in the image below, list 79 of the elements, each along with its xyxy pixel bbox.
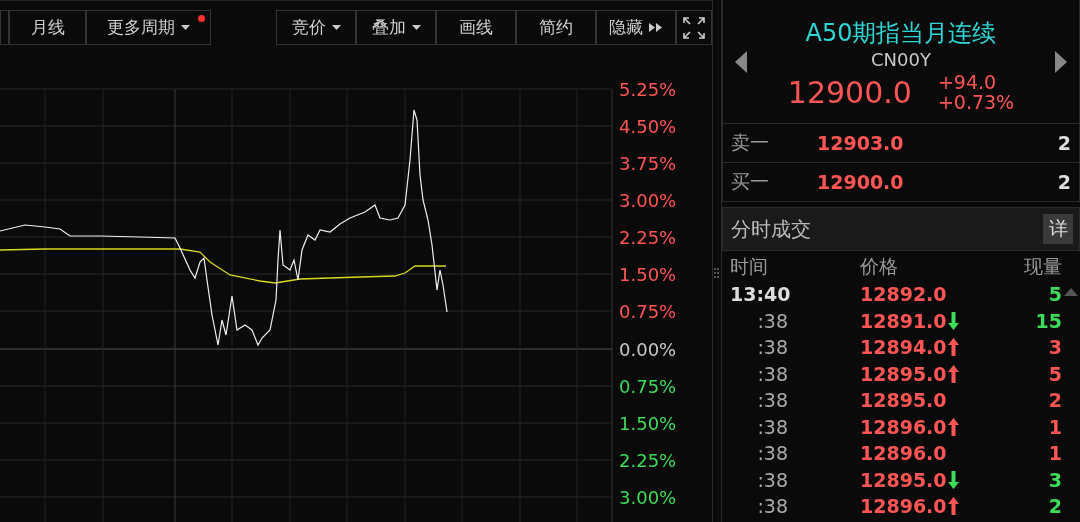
- trade-price: 12891.0: [860, 308, 947, 334]
- up-arrow-icon: [947, 338, 959, 357]
- instrument-title: A50期指当月连续: [805, 18, 997, 49]
- toolbar-button[interactable]: 画线: [436, 10, 516, 45]
- axis-label: 3.00%: [619, 487, 677, 508]
- axis-label: 1.50%: [619, 264, 677, 285]
- trade-time: :38: [756, 308, 789, 334]
- trade-time: 13:40: [730, 282, 792, 307]
- last-price: 12900.0: [787, 74, 912, 110]
- trade-volume: 3: [1047, 335, 1062, 360]
- axis-label: 0.75%: [619, 301, 677, 322]
- axis-label: 0.00%: [619, 339, 677, 360]
- trade-volume: 5: [1047, 282, 1062, 307]
- double-arrow-icon: [649, 23, 663, 32]
- column-header: 时间: [730, 254, 769, 279]
- down-arrow-icon: [947, 311, 959, 330]
- next-icon[interactable]: [1055, 50, 1067, 73]
- period-button[interactable]: 更多周期: [86, 10, 211, 45]
- percent-change: +0.73%: [937, 92, 1015, 112]
- detail-button[interactable]: 详: [1043, 214, 1073, 244]
- price-change: +94.0: [937, 72, 998, 92]
- trade-time: :38: [756, 361, 789, 387]
- up-arrow-icon: [947, 497, 959, 516]
- axis-label: 2.25%: [619, 450, 677, 471]
- previous-icon[interactable]: [735, 50, 747, 73]
- order-volume: 2: [1057, 132, 1071, 154]
- axis-label: 2.25%: [619, 227, 677, 248]
- trade-price: 12895.0: [860, 388, 947, 413]
- caret-icon: [331, 25, 341, 30]
- axis-label: 3.75%: [619, 153, 677, 174]
- axis-label: 0.75%: [619, 376, 677, 397]
- instrument-code: CN00Y: [871, 49, 931, 70]
- trade-time: :38: [756, 494, 789, 519]
- trade-volume: 5: [1047, 361, 1062, 387]
- trade-time: :38: [756, 414, 789, 440]
- toolbar-button[interactable]: 竞价: [276, 10, 356, 45]
- column-header: 价格: [859, 254, 899, 279]
- trade-price: 12895.0: [860, 467, 947, 493]
- panel-title: 分时成交: [731, 215, 811, 243]
- trade-volume: 2: [1047, 494, 1062, 519]
- trade-time: :38: [756, 335, 789, 360]
- trade-volume: 2: [1047, 388, 1062, 413]
- trade-volume: 1: [1047, 414, 1062, 440]
- trade-volume: 1: [1047, 441, 1062, 466]
- toolbar-button[interactable]: 简约: [516, 10, 596, 45]
- trade-price: 12896.0: [860, 414, 947, 440]
- trade-time: :38: [756, 467, 789, 493]
- up-arrow-icon: [947, 364, 959, 383]
- fullscreen-icon: [683, 16, 705, 39]
- trade-price: 12896.0: [860, 441, 947, 466]
- order-level-label: 买一: [731, 169, 770, 194]
- order-volume: 2: [1057, 171, 1071, 193]
- fullscreen-button[interactable]: [676, 10, 712, 45]
- notification-dot: [198, 15, 205, 22]
- down-arrow-icon: [947, 470, 959, 489]
- axis-label: 1.50%: [619, 413, 677, 434]
- trade-volume: 15: [1034, 308, 1062, 334]
- order-price: 12900.0: [817, 171, 905, 193]
- column-header: 现量: [1023, 254, 1062, 279]
- caret-icon: [411, 25, 421, 30]
- toolbar-button[interactable]: 隐藏: [596, 10, 676, 45]
- axis-label: 3.00%: [619, 190, 677, 211]
- up-arrow-icon: [947, 417, 959, 436]
- grip-icon[interactable]: [714, 268, 719, 281]
- axis-label: 5.25%: [619, 79, 677, 100]
- trade-time: :38: [756, 388, 789, 413]
- order-price: 12903.0: [817, 132, 905, 154]
- trade-price: 12892.0: [860, 282, 947, 307]
- trade-price: 12896.0: [860, 494, 947, 519]
- axis-label: 4.50%: [619, 116, 677, 137]
- trade-time: :38: [756, 441, 789, 466]
- caret-icon: [181, 25, 190, 30]
- period-button[interactable]: 月线: [9, 10, 86, 45]
- trade-volume: 3: [1047, 467, 1062, 493]
- trade-price: 12895.0: [860, 361, 947, 387]
- trade-price: 12894.0: [860, 335, 947, 360]
- order-level-label: 卖一: [731, 130, 770, 155]
- scroll-up-icon[interactable]: [1064, 288, 1078, 296]
- toolbar-button[interactable]: 叠加: [356, 10, 436, 45]
